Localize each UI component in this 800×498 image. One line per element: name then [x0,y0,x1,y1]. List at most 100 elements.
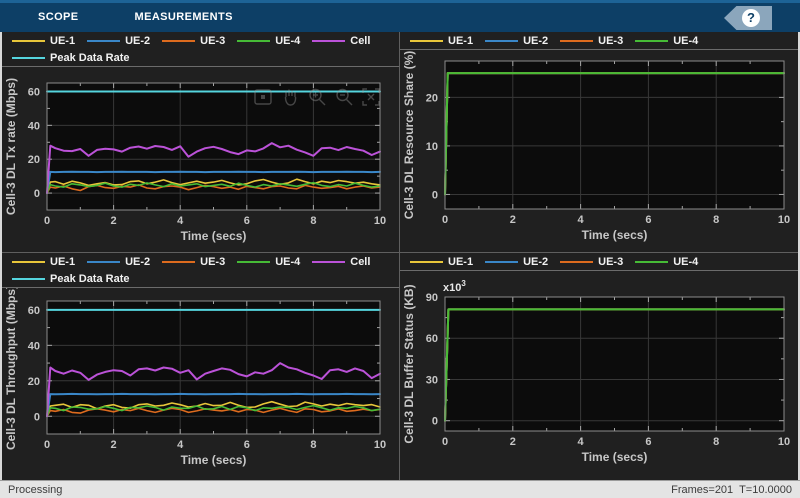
y-tick-label: 90 [426,292,438,304]
legend-item-ue-4[interactable]: UE-4 [237,33,300,49]
legend-line-swatch [410,261,443,263]
y-tick-label: 40 [28,340,40,352]
legend-item-ue-1[interactable]: UE-1 [12,254,75,270]
y-tick-label: 0 [432,416,438,428]
legend-label: UE-3 [200,35,225,47]
legend-item-ue-1[interactable]: UE-1 [410,254,473,270]
legend-label: UE-1 [50,35,75,47]
legend-line-swatch [162,261,195,263]
legend-label: UE-4 [275,256,300,268]
plot-area[interactable] [445,297,784,431]
legend-item-peak-data-rate[interactable]: Peak Data Rate [12,271,130,287]
legend-buffer-status: UE-1 UE-2 UE-3 UE-4 [400,253,798,271]
legend-item-ue-4[interactable]: UE-4 [635,254,698,270]
plot-grid: UE-1 UE-2 UE-3 UE-4 Cell Peak Data Rate 0 2 4 6 8… [0,32,800,480]
x-tick-label: 8 [310,439,316,451]
y-axis-label: Cell-3 DL Throughput (Mbps) [4,288,18,450]
legend-line-swatch [312,40,345,42]
y-axis-label: Cell-3 DL Buffer Status (KB) [402,284,416,443]
y-tick-label: 20 [28,154,40,166]
help-icon[interactable]: ? [742,9,760,27]
x-tick-label: 8 [713,214,719,226]
chart-throughput[interactable]: 02468100204060Time (secs)Cell-3 DL Throu… [2,288,399,479]
legend-item-ue-1[interactable]: UE-1 [12,33,75,49]
legend-item-cell[interactable]: Cell [312,33,370,49]
restore-view-icon[interactable] [252,86,274,108]
x-axis-label: Time (secs) [181,453,247,467]
zoom-in-icon[interactable] [306,86,328,108]
x-tick-label: 8 [713,436,719,448]
fit-to-view-icon[interactable] [360,86,382,108]
y-axis-exponent: x103 [443,279,466,294]
panel-throughput: UE-1UE-2UE-3UE-4CellPeak Data Rate 02468… [2,253,399,480]
y-tick-label: 60 [426,333,438,345]
legend-item-cell[interactable]: Cell [312,254,370,270]
legend-line-swatch [12,40,45,42]
legend-item-ue-4[interactable]: UE-4 [635,33,698,49]
x-tick-label: 10 [374,215,386,227]
legend-item-ue-4[interactable]: UE-4 [237,254,300,270]
legend-line-swatch [635,261,668,263]
panel-txrate: UE-1UE-2UE-3UE-4CellPeak Data Rate 02468… [2,32,399,252]
legend-item-ue-2[interactable]: UE-2 [485,254,548,270]
x-tick-label: 2 [111,439,117,451]
legend-line-swatch [485,40,518,42]
legend-item-peak-data-rate[interactable]: Peak Data Rate [12,50,130,66]
plot-hover-toolbar [252,86,382,108]
y-tick-label: 20 [426,92,438,104]
tab-measurements[interactable]: MEASUREMENTS [121,3,247,32]
y-tick-label: 60 [28,86,40,98]
legend-label: UE-4 [275,35,300,47]
legend-item-ue-2[interactable]: UE-2 [485,33,548,49]
plot-area[interactable] [47,301,380,434]
legend-label: UE-3 [598,256,623,268]
x-tick-label: 2 [510,436,516,448]
legend-item-ue-2[interactable]: UE-2 [87,254,150,270]
x-tick-label: 10 [778,214,790,226]
x-axis-label: Time (secs) [582,450,648,464]
x-tick-label: 6 [645,214,651,226]
legend-txrate: UE-1 UE-2 UE-3 UE-4 Cell Peak Data Rate [2,32,399,67]
legend-line-swatch [635,40,668,42]
toolstrip: SCOPE MEASUREMENTS ? [0,0,800,32]
help-banner: ? [724,6,772,30]
x-tick-label: 6 [244,215,250,227]
y-tick-label: 20 [28,376,40,388]
legend-label: UE-2 [125,35,150,47]
plot-area[interactable] [445,61,784,209]
legend-line-swatch [237,261,270,263]
legend-line-swatch [560,40,593,42]
x-axis-label: Time (secs) [181,229,247,243]
legend-label: UE-3 [200,256,225,268]
status-bar: Processing Frames=201 T=10.0000 [0,480,800,498]
legend-line-swatch [560,261,593,263]
legend-resource-share: UE-1 UE-2 UE-3 UE-4 [400,32,798,50]
legend-item-ue-3[interactable]: UE-3 [162,33,225,49]
chart-buffer-status[interactable]: 02468100306090Time (secs)Cell-3 DL Buffe… [400,271,798,479]
x-tick-label: 0 [442,436,448,448]
x-tick-label: 0 [442,214,448,226]
tab-scope[interactable]: SCOPE [24,3,93,32]
legend-item-ue-3[interactable]: UE-3 [560,254,623,270]
legend-label: UE-4 [673,256,698,268]
pan-icon[interactable] [279,86,301,108]
legend-label: UE-4 [673,35,698,47]
chart-resource-share[interactable]: 024681001020Time (secs)Cell-3 DL Resourc… [400,50,798,251]
legend-line-swatch [87,40,120,42]
y-tick-label: 10 [426,141,438,153]
legend-item-ue-3[interactable]: UE-3 [560,33,623,49]
legend-line-swatch [237,40,270,42]
zoom-out-icon[interactable] [333,86,355,108]
y-tick-label: 40 [28,120,40,132]
x-tick-label: 0 [44,439,50,451]
legend-item-ue-3[interactable]: UE-3 [162,254,225,270]
x-tick-label: 10 [778,436,790,448]
legend-label: UE-2 [523,256,548,268]
x-tick-label: 8 [310,215,316,227]
legend-item-ue-1[interactable]: UE-1 [410,33,473,49]
y-tick-label: 30 [426,374,438,386]
legend-item-ue-2[interactable]: UE-2 [87,33,150,49]
x-tick-label: 4 [177,215,184,227]
y-tick-label: 60 [28,305,40,317]
legend-label: UE-2 [125,256,150,268]
